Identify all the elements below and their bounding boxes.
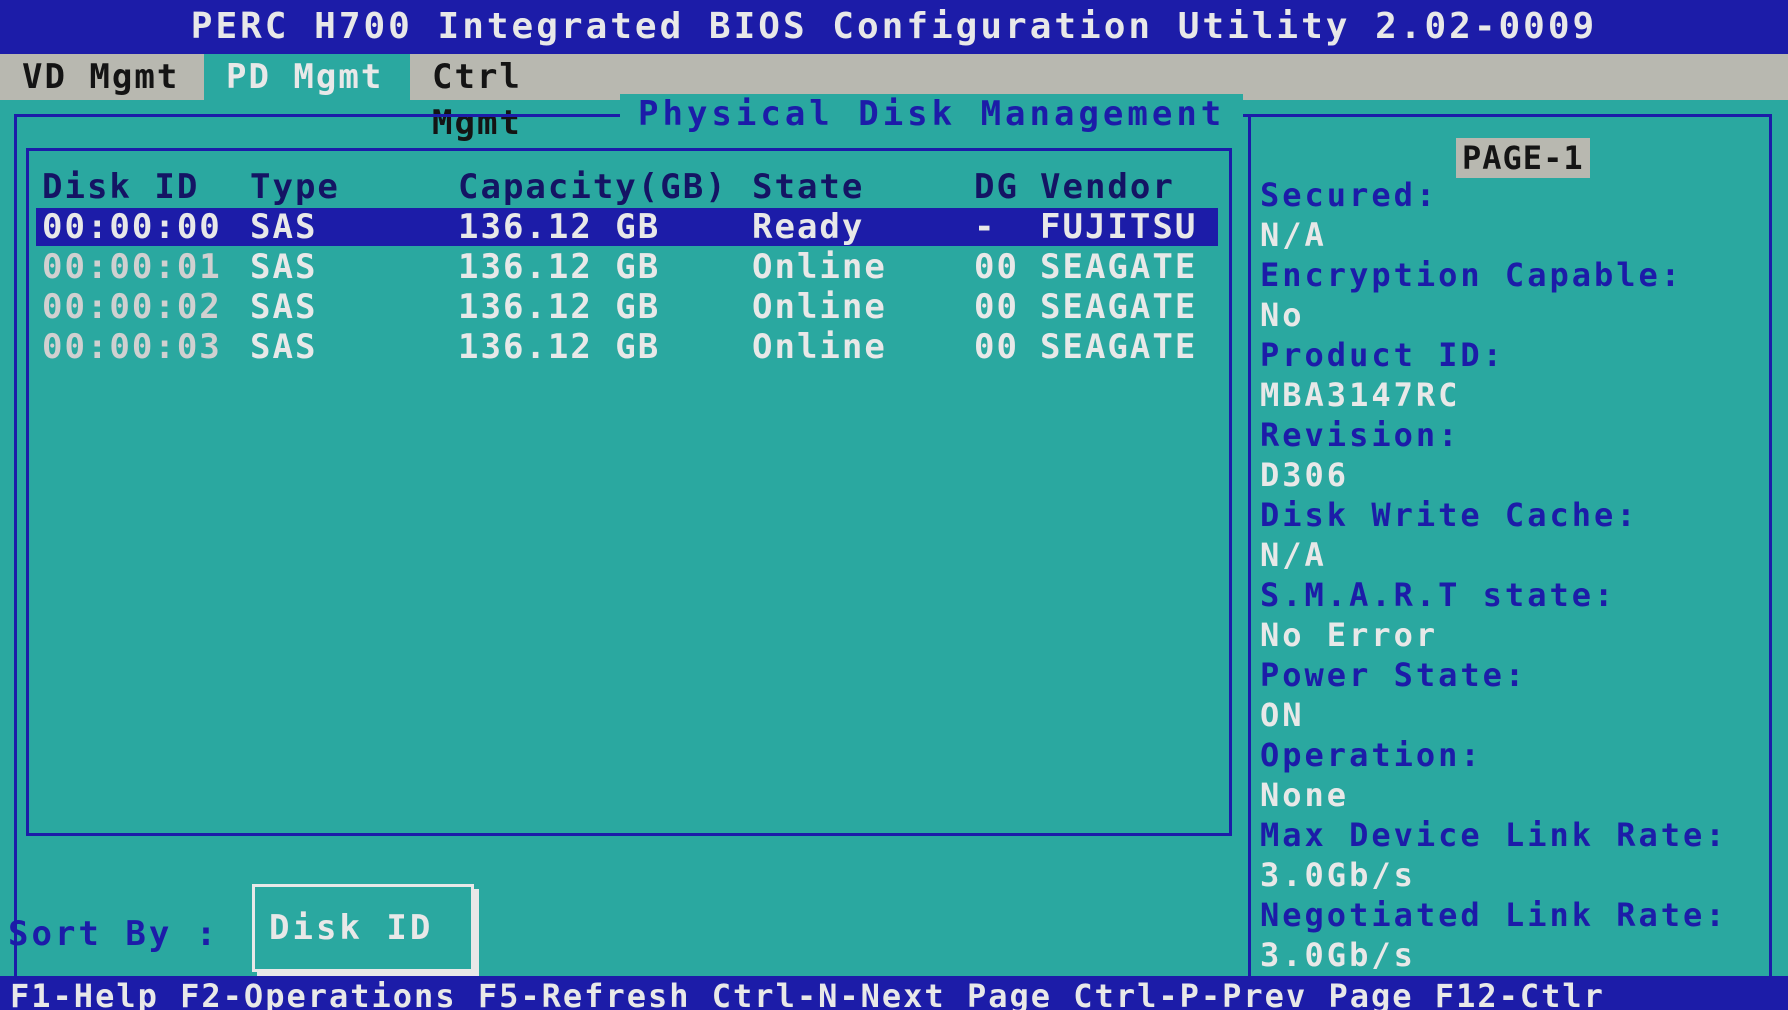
dg-cell: - xyxy=(974,207,997,247)
detail-value-smart: No Error xyxy=(1260,616,1439,654)
header-type: Type xyxy=(250,167,340,207)
detail-value-power: ON xyxy=(1260,696,1305,734)
vendor-cell: SEAGATE xyxy=(1040,327,1198,367)
tab-pd-mgmt[interactable]: PD Mgmt xyxy=(204,54,410,100)
table-row[interactable]: 00:00:01 SAS 136.12 GB Online 00 SEAGATE xyxy=(36,248,1218,286)
table-row[interactable]: 00:00:03 SAS 136.12 GB Online 00 SEAGATE xyxy=(36,328,1218,366)
header-vendor: Vendor xyxy=(1040,167,1175,207)
type-cell: SAS xyxy=(250,287,318,327)
detail-value-secured: N/A xyxy=(1260,216,1327,254)
capacity-cell: 136.12 GB xyxy=(458,287,661,327)
detail-label-product-id: Product ID: xyxy=(1260,336,1505,374)
panel-title: Physical Disk Management xyxy=(620,94,1244,134)
dg-cell: 00 xyxy=(974,247,1019,287)
detail-value-write-cache: N/A xyxy=(1260,536,1327,574)
dg-cell: 00 xyxy=(974,327,1019,367)
detail-label-write-cache: Disk Write Cache: xyxy=(1260,496,1639,534)
state-cell: Online xyxy=(752,287,887,327)
detail-value-operation: None xyxy=(1260,776,1350,814)
detail-label-encryption: Encryption Capable: xyxy=(1260,256,1684,294)
detail-label-smart: S.M.A.R.T state: xyxy=(1260,576,1617,614)
detail-value-encryption: No xyxy=(1260,296,1305,334)
detail-value-product-id: MBA3147RC xyxy=(1260,376,1461,414)
dg-cell: 00 xyxy=(974,287,1019,327)
function-key-bar: F1-Help F2-Operations F5-Refresh Ctrl-N-… xyxy=(0,976,1788,1010)
detail-value-negotiated-link: 3.0Gb/s xyxy=(1260,936,1416,974)
detail-value-revision: D306 xyxy=(1260,456,1350,494)
vendor-cell: SEAGATE xyxy=(1040,247,1198,287)
capacity-cell: 136.12 GB xyxy=(458,327,661,367)
table-row[interactable]: 00:00:00 SAS 136.12 GB Ready - FUJITSU xyxy=(36,208,1218,246)
detail-label-secured: Secured: xyxy=(1260,176,1439,214)
detail-label-operation: Operation: xyxy=(1260,736,1483,774)
vendor-cell: SEAGATE xyxy=(1040,287,1198,327)
disk-id-cell: 00:00:00 xyxy=(42,207,222,247)
detail-label-revision: Revision: xyxy=(1260,416,1461,454)
detail-label-power: Power State: xyxy=(1260,656,1528,694)
type-cell: SAS xyxy=(250,327,318,367)
type-cell: SAS xyxy=(250,207,318,247)
vendor-cell: FUJITSU xyxy=(1040,207,1198,247)
header-dg: DG xyxy=(974,167,1019,207)
table-header: Disk ID Type Capacity(GB) State DG Vendo… xyxy=(36,168,1218,206)
state-cell: Online xyxy=(752,327,887,367)
header-capacity: Capacity(GB) xyxy=(458,167,728,207)
disk-id-cell: 00:00:02 xyxy=(42,287,222,327)
tab-vd-mgmt[interactable]: VD Mgmt xyxy=(0,54,204,100)
capacity-cell: 136.12 GB xyxy=(458,207,661,247)
detail-label-negotiated-link: Negotiated Link Rate: xyxy=(1260,896,1728,934)
sort-by-button[interactable]: Disk ID xyxy=(252,884,474,972)
window-title: PERC H700 Integrated BIOS Configuration … xyxy=(0,0,1788,54)
header-state: State xyxy=(752,167,865,207)
detail-value-max-link: 3.0Gb/s xyxy=(1260,856,1416,894)
disk-id-cell: 00:00:03 xyxy=(42,327,222,367)
table-row[interactable]: 00:00:02 SAS 136.12 GB Online 00 SEAGATE xyxy=(36,288,1218,326)
sort-by-label: Sort By : xyxy=(8,914,220,954)
type-cell: SAS xyxy=(250,247,318,287)
disk-id-cell: 00:00:01 xyxy=(42,247,222,287)
tab-ctrl-mgmt[interactable]: Ctrl Mgmt xyxy=(410,54,650,143)
page-indicator: PAGE-1 xyxy=(1456,138,1590,178)
panel-divider xyxy=(1248,116,1251,982)
detail-label-max-link: Max Device Link Rate: xyxy=(1260,816,1728,854)
capacity-cell: 136.12 GB xyxy=(458,247,661,287)
header-disk-id: Disk ID xyxy=(42,167,200,207)
state-cell: Online xyxy=(752,247,887,287)
state-cell: Ready xyxy=(752,207,865,247)
